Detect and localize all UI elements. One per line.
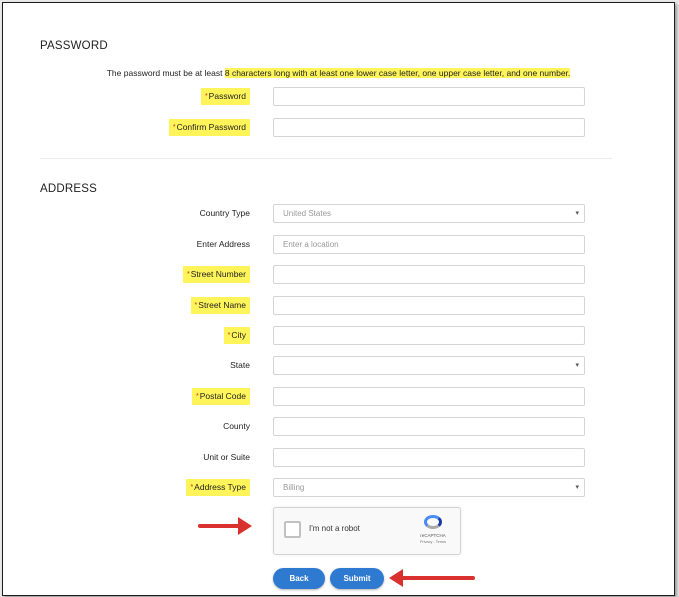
county-label: County (223, 421, 250, 431)
address-type-label: *Address Type (186, 479, 250, 496)
city-input[interactable] (273, 326, 585, 345)
arrow-right-icon (238, 517, 252, 535)
password-rule-highlight: 8 characters long with at least one lowe… (224, 68, 571, 78)
street-name-label: *Street Name (190, 297, 250, 314)
enter-address-label: Enter Address (196, 239, 250, 249)
required-marker: * (227, 332, 231, 339)
country-type-label: Country Type (199, 208, 250, 218)
county-input[interactable] (273, 417, 585, 436)
street-number-label-text: Street Number (190, 269, 246, 279)
required-marker: * (186, 271, 190, 278)
postal-code-label-text: Postal Code (199, 391, 246, 401)
password-section-title: PASSWORD (40, 40, 108, 52)
postal-code-input[interactable] (273, 387, 585, 406)
submit-button[interactable]: Submit (330, 568, 384, 589)
chevron-down-icon: ▾ (575, 210, 579, 217)
confirm-password-label-text: Confirm Password (176, 122, 246, 132)
back-button[interactable]: Back (273, 568, 325, 589)
required-marker: * (194, 302, 198, 309)
recaptcha-logo-icon (424, 515, 442, 529)
country-type-select[interactable]: United States ▾ (273, 204, 585, 223)
recaptcha-checkbox[interactable] (284, 521, 301, 538)
arrow-shaft-captcha (198, 524, 240, 528)
unit-or-suite-label: Unit or Suite (203, 452, 250, 462)
recaptcha-label: I'm not a robot (309, 524, 360, 533)
required-marker: * (204, 93, 208, 100)
street-number-label: *Street Number (182, 266, 250, 283)
address-type-value: Billing (283, 483, 305, 492)
section-divider (40, 158, 612, 159)
password-label-text: Password (208, 91, 246, 101)
password-label: *Password (200, 88, 250, 105)
enter-address-placeholder: Enter a location (283, 240, 339, 249)
chevron-down-icon: ▾ (575, 484, 579, 491)
confirm-password-label: *Confirm Password (168, 119, 250, 136)
chevron-down-icon: ▾ (575, 362, 579, 369)
confirm-password-input[interactable] (273, 118, 585, 137)
city-label-text: City (231, 330, 246, 340)
street-name-input[interactable] (273, 296, 585, 315)
form-panel: PASSWORD The password must be at least 8… (2, 2, 675, 596)
state-label: State (230, 360, 250, 370)
required-marker: * (172, 124, 176, 131)
required-marker: * (195, 393, 199, 400)
address-section-title: ADDRESS (40, 183, 97, 195)
city-label: *City (223, 327, 250, 344)
password-input[interactable] (273, 87, 585, 106)
address-type-label-text: Address Type (194, 482, 246, 492)
password-rule-prefix: The password must be at least (106, 68, 225, 78)
recaptcha-widget: I'm not a robot reCAPTCHA Privacy - Term… (273, 507, 461, 555)
street-name-label-text: Street Name (198, 300, 246, 310)
enter-address-input[interactable]: Enter a location (273, 235, 585, 254)
unit-or-suite-input[interactable] (273, 448, 585, 467)
country-type-value: United States (283, 209, 332, 218)
recaptcha-brand: reCAPTCHA (420, 533, 446, 538)
street-number-input[interactable] (273, 265, 585, 284)
postal-code-label: *Postal Code (191, 388, 250, 405)
arrow-shaft-submit (401, 576, 475, 580)
address-type-select[interactable]: Billing ▾ (273, 478, 585, 497)
required-marker: * (190, 484, 194, 491)
password-rule-text: The password must be at least 8 characte… (3, 68, 674, 78)
state-select[interactable]: ▾ (273, 356, 585, 375)
recaptcha-terms-link[interactable]: Privacy - Terms (416, 540, 450, 544)
